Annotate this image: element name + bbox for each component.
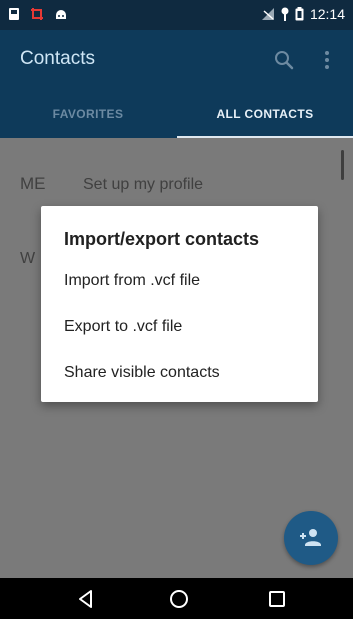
back-icon[interactable] [75,588,97,610]
dialog-title: Import/export contacts [64,229,260,249]
search-icon[interactable] [272,48,296,72]
status-bar: 12:14 [0,0,353,30]
app-bar: Contacts [0,30,353,90]
import-export-dialog: Import/export contacts Import from .vcf … [41,206,318,402]
tab-favorites[interactable]: FAVORITES [0,90,176,138]
add-contact-button[interactable] [284,511,338,565]
location-key-icon [281,7,289,21]
sim-card-icon [9,8,19,20]
android-icon [56,10,66,19]
status-left-icons [8,7,68,21]
screenshot-crop-icon [31,8,43,20]
tab-bar: FAVORITES ALL CONTACTS [0,90,353,138]
add-person-icon [300,529,321,546]
setup-profile-text: Set up my profile [83,176,204,193]
home-icon[interactable] [168,588,190,610]
section-letter: W [20,250,36,267]
navigation-bar [0,578,353,619]
export-vcf-option[interactable]: Export to .vcf file [64,314,304,340]
app-title: Contacts [20,48,95,69]
profile-row[interactable]: ME Set up my profile [0,174,353,202]
scrollbar[interactable] [341,150,344,180]
tab-all-contacts[interactable]: ALL CONTACTS [177,90,353,138]
recents-icon[interactable] [266,588,288,610]
import-vcf-option[interactable]: Import from .vcf file [64,268,304,294]
signal-off-icon [261,8,274,20]
share-contacts-option[interactable]: Share visible contacts [64,360,304,386]
status-time: 12:14 [309,6,345,22]
status-right-icons: 12:14 [261,6,345,22]
me-label: ME [20,174,46,193]
more-vert-icon[interactable] [315,48,339,72]
battery-icon [295,7,304,21]
